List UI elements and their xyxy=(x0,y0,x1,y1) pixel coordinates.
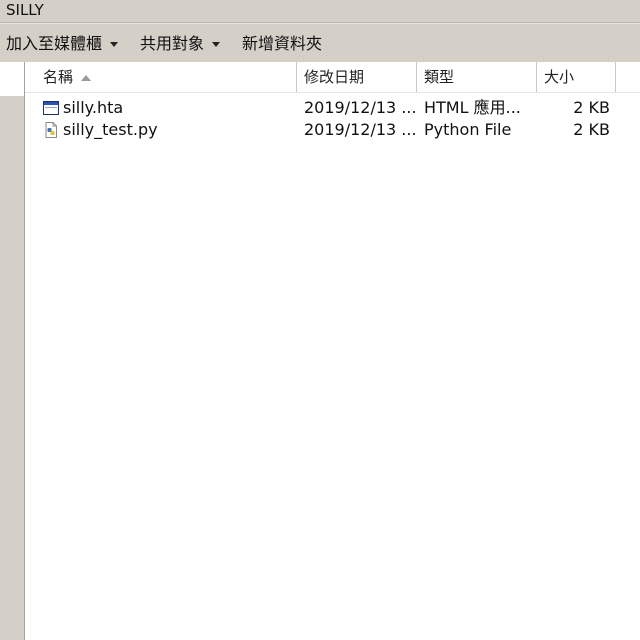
window-titlebar: SILLY xyxy=(0,0,640,23)
file-name: silly.hta xyxy=(63,98,124,117)
column-header-row: 名稱 修改日期 類型 大小 xyxy=(25,62,640,93)
column-header-name-label: 名稱 xyxy=(43,68,74,86)
new-folder-button[interactable]: 新增資料夾 xyxy=(242,31,322,57)
column-divider[interactable] xyxy=(536,62,537,92)
python-file-icon xyxy=(45,122,57,138)
chevron-down-icon xyxy=(110,42,119,47)
file-type: HTML 應用... xyxy=(424,98,521,117)
add-to-library-button[interactable]: 加入至媒體櫃 xyxy=(6,31,119,57)
file-row-silly-hta[interactable]: silly.hta 2019/12/13 ... HTML 應用... 2 KB xyxy=(25,97,640,119)
column-divider[interactable] xyxy=(296,62,297,92)
file-type: Python File xyxy=(424,120,512,139)
file-list[interactable]: 名稱 修改日期 類型 大小 silly.hta 2019/12/13 ... H… xyxy=(25,62,640,640)
command-bar: 加入至媒體櫃 共用對象 新增資料夾 xyxy=(0,23,640,63)
column-header-type[interactable]: 類型 xyxy=(424,62,534,92)
chevron-down-icon xyxy=(212,42,221,47)
column-header-size-label: 大小 xyxy=(544,68,575,86)
share-with-label: 共用對象 xyxy=(140,34,205,53)
column-header-date-modified[interactable]: 修改日期 xyxy=(304,62,414,92)
navigation-selected-item[interactable] xyxy=(0,62,24,96)
column-header-date-label: 修改日期 xyxy=(304,68,365,86)
column-header-name[interactable]: 名稱 xyxy=(43,62,293,92)
file-size: 2 KB xyxy=(573,120,610,139)
file-name: silly_test.py xyxy=(63,120,158,139)
navigation-pane[interactable] xyxy=(0,62,25,640)
window-title: SILLY xyxy=(6,1,44,19)
new-folder-label: 新增資料夾 xyxy=(242,34,323,53)
file-date-modified: 2019/12/13 ... xyxy=(304,120,416,139)
file-row-silly-test-py[interactable]: silly_test.py 2019/12/13 ... Python File… xyxy=(25,119,640,141)
column-divider[interactable] xyxy=(615,62,616,92)
column-divider[interactable] xyxy=(416,62,417,92)
file-size: 2 KB xyxy=(573,98,610,117)
column-header-type-label: 類型 xyxy=(424,68,455,86)
file-date-modified: 2019/12/13 ... xyxy=(304,98,416,117)
hta-file-icon xyxy=(43,101,59,115)
share-with-button[interactable]: 共用對象 xyxy=(140,31,221,57)
column-header-size[interactable]: 大小 xyxy=(544,62,614,92)
sort-ascending-icon xyxy=(81,74,92,81)
add-to-library-label: 加入至媒體櫃 xyxy=(6,34,103,53)
